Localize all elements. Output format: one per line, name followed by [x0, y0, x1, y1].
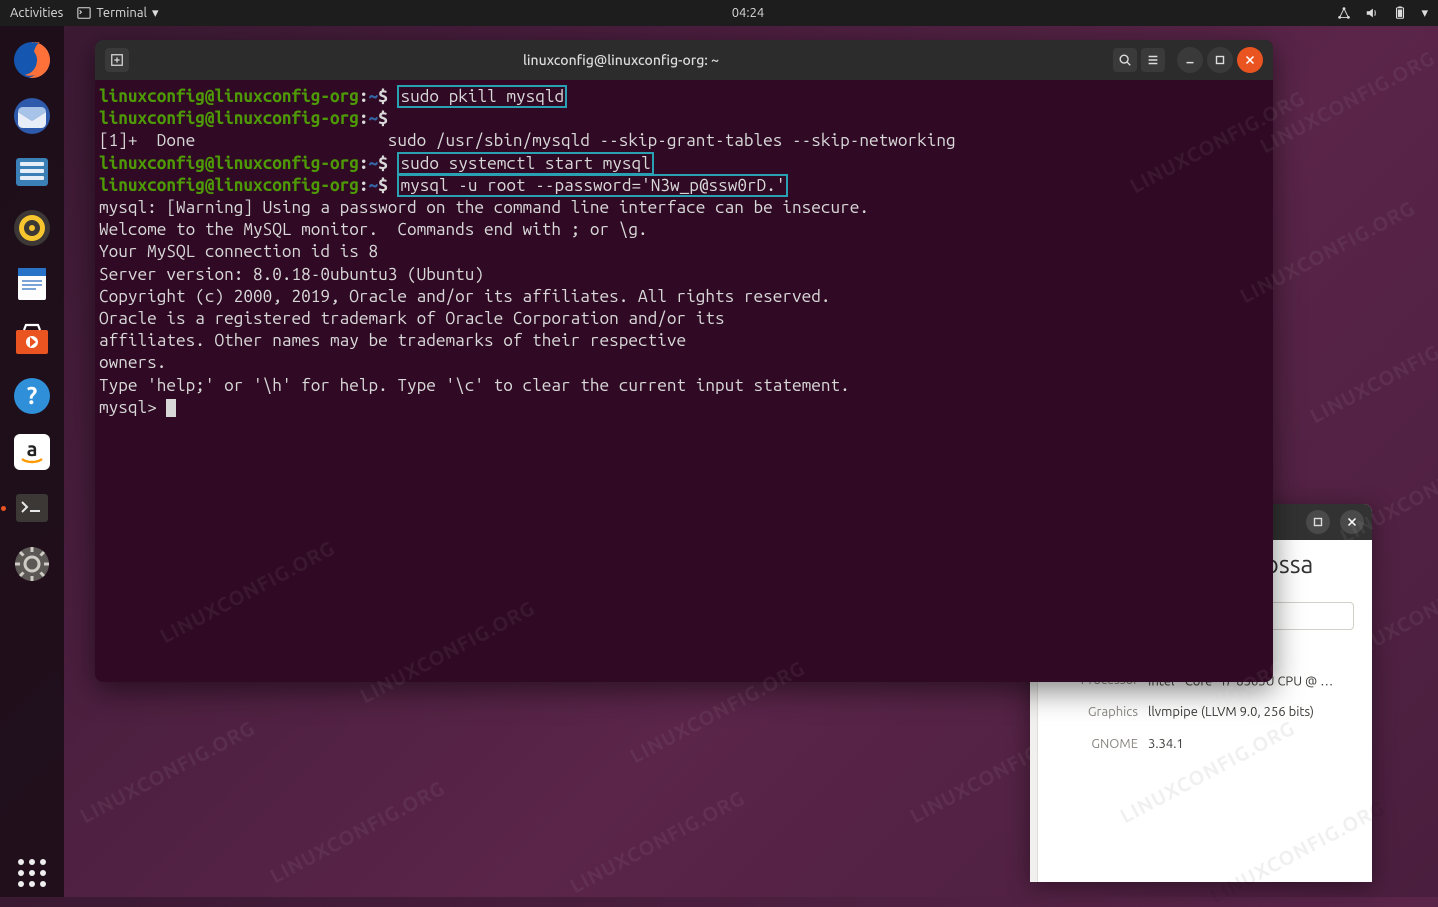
- battery-icon[interactable]: [1393, 6, 1407, 20]
- settings-value: llvmpipe (LLVM 9.0, 256 bits): [1148, 705, 1354, 719]
- dock: ? a: [0, 26, 64, 897]
- settings-maximize-button[interactable]: [1306, 510, 1330, 534]
- settings-row: GNOME3.34.1: [1056, 728, 1354, 760]
- terminal-line: [1]+ Done sudo /usr/sbin/mysqld --skip-g…: [99, 130, 1269, 152]
- terminal-command: sudo systemctl start mysql: [397, 152, 653, 175]
- amazon-icon[interactable]: a: [8, 428, 56, 476]
- terminal-command: mysql -u root --password='N3w_p@ssw0rD.': [397, 174, 788, 197]
- terminal-line: linuxconfig@linuxconfig-org:~$ sudo pkil…: [99, 86, 1269, 108]
- settings-row: Graphicsllvmpipe (LLVM 9.0, 256 bits): [1056, 696, 1354, 728]
- menu-button[interactable]: [1141, 48, 1165, 72]
- minimize-button[interactable]: [1177, 47, 1203, 73]
- files-icon[interactable]: [8, 148, 56, 196]
- svg-text:a: a: [27, 437, 38, 460]
- terminal-menu-icon: [77, 6, 91, 20]
- svg-text:?: ?: [27, 382, 38, 409]
- watermark: LINUXCONFIG.ORG: [76, 716, 259, 828]
- terminal-line: linuxconfig@linuxconfig-org:~$: [99, 108, 1269, 130]
- show-apps-button[interactable]: [8, 849, 56, 897]
- clock[interactable]: 04:24: [732, 6, 765, 20]
- settings-key: Graphics: [1056, 705, 1148, 719]
- app-menu-label: Terminal: [96, 6, 147, 20]
- terminal-body[interactable]: linuxconfig@linuxconfig-org:~$ sudo pkil…: [95, 80, 1273, 682]
- terminal-line: Welcome to the MySQL monitor. Commands e…: [99, 219, 1269, 241]
- terminal-line: Oracle is a registered trademark of Orac…: [99, 308, 1269, 330]
- watermark: LINUXCONFIG.ORG: [566, 786, 749, 898]
- close-button[interactable]: [1237, 47, 1263, 73]
- app-menu[interactable]: Terminal ▾: [77, 6, 158, 21]
- writer-icon[interactable]: [8, 260, 56, 308]
- terminal-icon[interactable]: [8, 484, 56, 532]
- system-chevron-down-icon[interactable]: ▾: [1421, 6, 1428, 21]
- terminal-command: sudo pkill mysqld: [397, 85, 567, 108]
- terminal-line: owners.: [99, 352, 1269, 374]
- cursor: [166, 399, 176, 417]
- volume-icon[interactable]: [1365, 6, 1379, 20]
- thunderbird-icon[interactable]: [8, 92, 56, 140]
- maximize-button[interactable]: [1207, 47, 1233, 73]
- terminal-line: Your MySQL connection id is 8: [99, 241, 1269, 263]
- terminal-line: mysql: [Warning] Using a password on the…: [99, 197, 1269, 219]
- terminal-line: Server version: 8.0.18-0ubuntu3 (Ubuntu): [99, 264, 1269, 286]
- terminal-line: Copyright (c) 2000, 2019, Oracle and/or …: [99, 286, 1269, 308]
- help-icon[interactable]: ?: [8, 372, 56, 420]
- top-panel: Activities Terminal ▾ 04:24 ▾: [0, 0, 1438, 26]
- terminal-line: mysql>: [99, 397, 1269, 419]
- search-button[interactable]: [1113, 48, 1137, 72]
- terminal-line: linuxconfig@linuxconfig-org:~$ sudo syst…: [99, 153, 1269, 175]
- software-icon[interactable]: [8, 316, 56, 364]
- activities-button[interactable]: Activities: [10, 6, 63, 20]
- watermark: LINUXCONFIG.ORG: [1306, 316, 1438, 428]
- terminal-titlebar[interactable]: linuxconfig@linuxconfig-org: ~: [95, 40, 1273, 80]
- watermark: LINUXCONFIG.ORG: [266, 776, 449, 888]
- settings-value: 3.34.1: [1148, 737, 1354, 751]
- terminal-title: linuxconfig@linuxconfig-org: ~: [131, 52, 1111, 68]
- settings-close-button[interactable]: [1340, 510, 1364, 534]
- terminal-line: linuxconfig@linuxconfig-org:~$ mysql -u …: [99, 175, 1269, 197]
- settings-icon[interactable]: [8, 540, 56, 588]
- watermark: LINUXCONFIG.ORG: [1256, 46, 1438, 158]
- network-icon[interactable]: [1337, 6, 1351, 20]
- chevron-down-icon: ▾: [152, 6, 159, 21]
- terminal-line: affiliates. Other names may be trademark…: [99, 330, 1269, 352]
- terminal-window: linuxconfig@linuxconfig-org: ~ linuxconf…: [95, 40, 1273, 682]
- rhythmbox-icon[interactable]: [8, 204, 56, 252]
- new-tab-button[interactable]: [105, 48, 129, 72]
- settings-key: GNOME: [1056, 737, 1148, 751]
- firefox-icon[interactable]: [8, 36, 56, 84]
- terminal-line: Type 'help;' or '\h' for help. Type '\c'…: [99, 375, 1269, 397]
